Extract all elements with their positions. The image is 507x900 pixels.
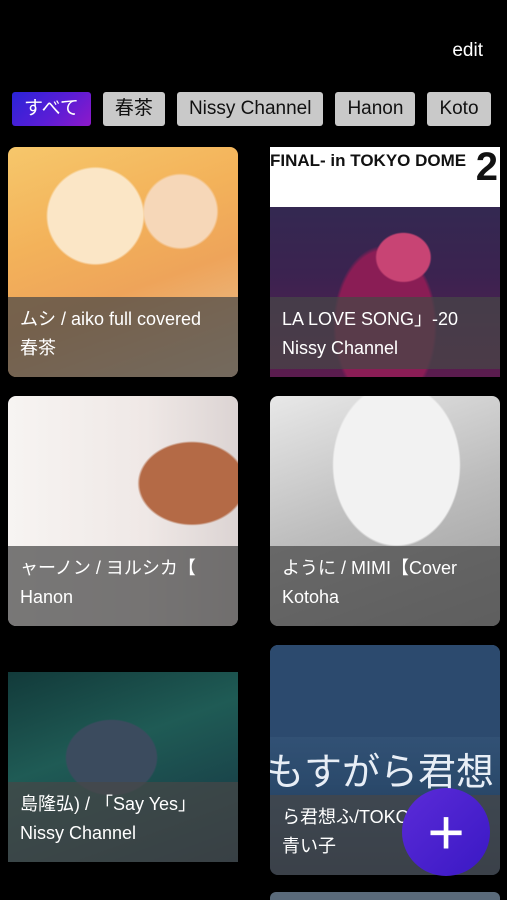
video-card[interactable]: ように / MIMI【Cover Kotoha — [270, 396, 500, 626]
video-card[interactable]: FINAL- in TOKYO DOME 2 LA LOVE SONG」-20 … — [270, 147, 500, 377]
video-card[interactable]: ムシ / aiko full covered 春茶 — [8, 147, 238, 377]
plus-icon: + — [427, 796, 465, 868]
video-info-overlay: ムシ / aiko full covered 春茶 — [8, 297, 238, 377]
video-title: ャーノン / ヨルシカ【 — [20, 558, 196, 578]
video-info-overlay: LA LOVE SONG」-20 Nissy Channel — [270, 297, 500, 369]
thumbnail-badge: 2 — [475, 147, 498, 189]
video-info-overlay: 島隆弘) / 「Say Yes」 Nissy Channel — [8, 782, 238, 862]
video-channel: 春茶 — [20, 338, 56, 358]
video-grid: ムシ / aiko full covered 春茶 FINAL- in TOKY… — [0, 0, 507, 900]
video-title: ムシ / aiko full covered — [20, 309, 202, 329]
video-card[interactable]: ャーノン / ヨルシカ【 Hanon — [8, 396, 238, 626]
video-info-overlay: ように / MIMI【Cover Kotoha — [270, 546, 500, 626]
thumbnail-caption: もすがら君想 — [270, 750, 495, 794]
video-channel: Nissy Channel — [282, 338, 399, 358]
video-title: LA LOVE SONG」-20 — [282, 309, 459, 329]
video-card[interactable]: 島隆弘) / 「Say Yes」 Nissy Channel — [8, 672, 238, 862]
video-card-partial[interactable] — [270, 892, 500, 900]
video-info-overlay: ャーノン / ヨルシカ【 Hanon — [8, 546, 238, 626]
add-button[interactable]: + — [402, 788, 490, 876]
video-channel: Hanon — [20, 587, 74, 607]
video-channel: Nissy Channel — [20, 823, 137, 843]
thumbnail-caption: FINAL- in TOKYO DOME — [270, 151, 467, 170]
video-title: 島隆弘) / 「Say Yes」 — [20, 794, 197, 814]
video-channel: Kotoha — [282, 587, 340, 607]
video-title: ように / MIMI【Cover — [282, 558, 458, 578]
